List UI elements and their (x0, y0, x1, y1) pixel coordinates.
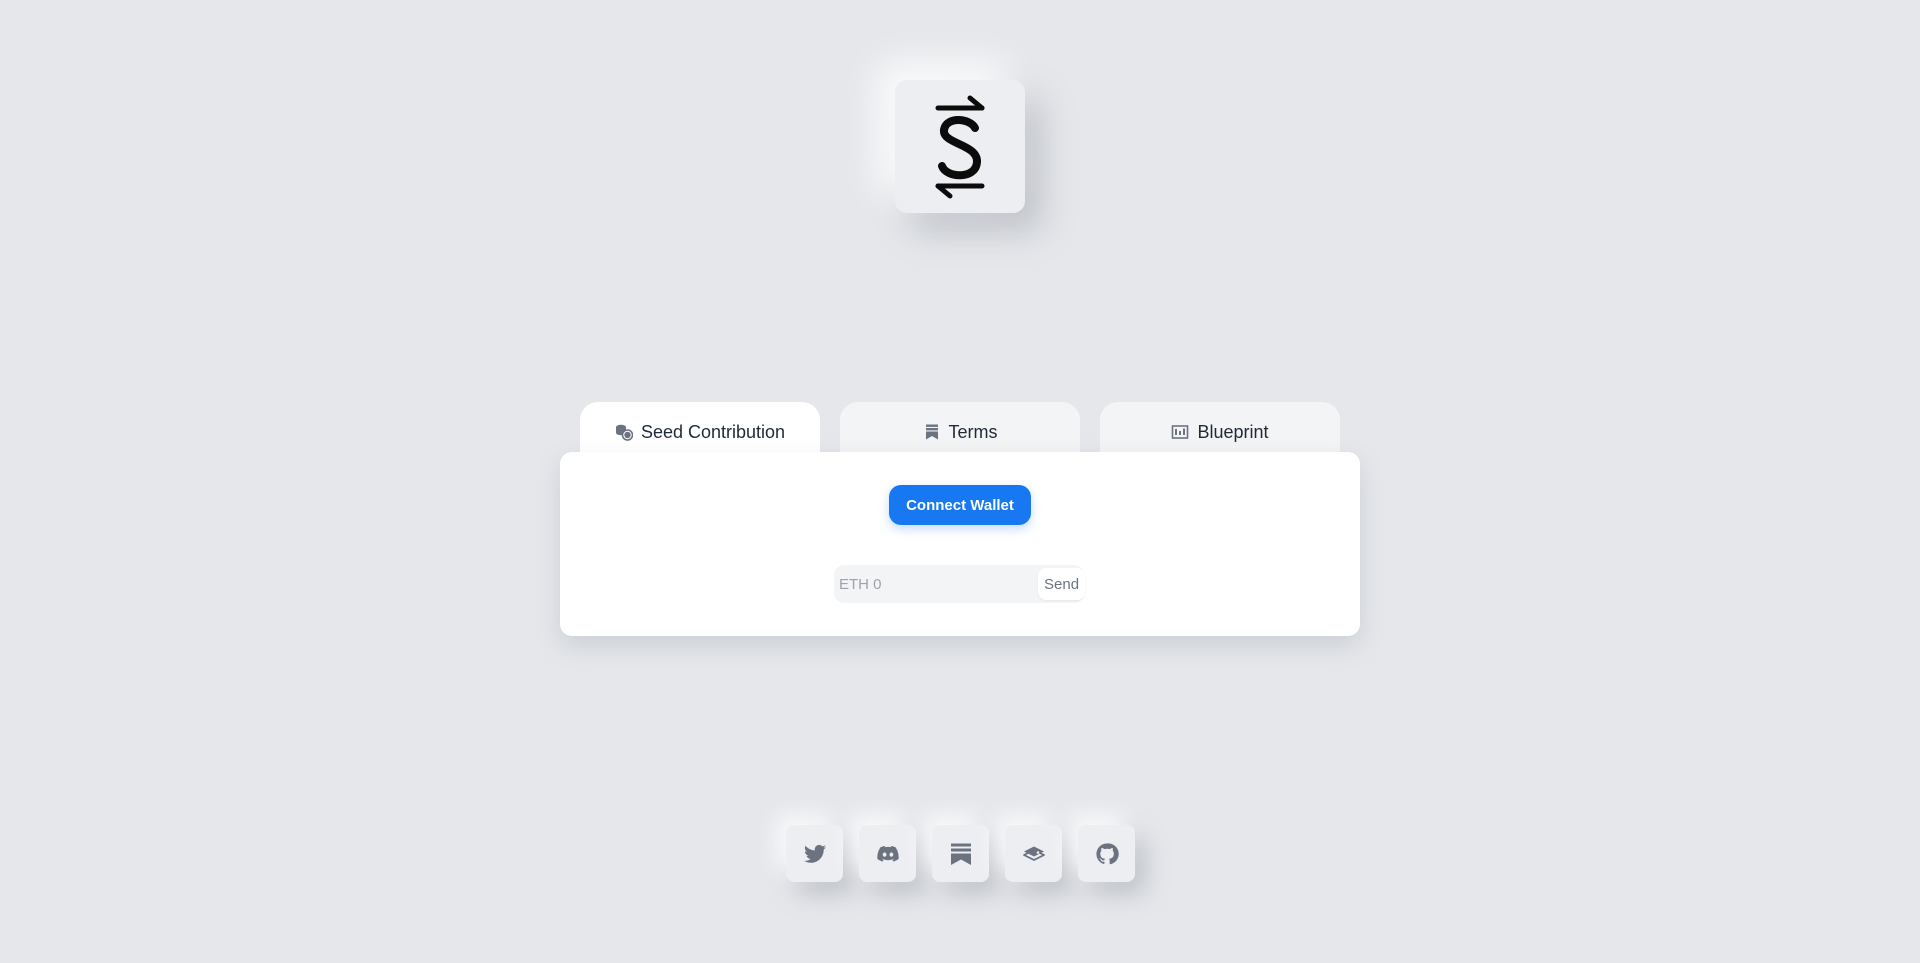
twitter-icon (803, 844, 826, 863)
gitbook-link[interactable] (1005, 825, 1062, 882)
social-links (786, 825, 1135, 882)
github-link[interactable] (1078, 825, 1135, 882)
discord-icon (876, 845, 899, 862)
tab-label: Blueprint (1197, 422, 1269, 442)
tab-terms[interactable]: Terms (840, 402, 1080, 458)
github-icon (1095, 842, 1119, 864)
blueprint-icon (1171, 423, 1189, 441)
discord-link[interactable] (859, 825, 916, 882)
connect-wallet-button[interactable]: Connect Wallet (889, 485, 1031, 525)
coins-icon (615, 423, 633, 441)
contribution-form: Send (834, 565, 1086, 603)
app-logo (895, 80, 1025, 213)
gitbook-icon (1022, 846, 1045, 861)
dollar-swap-logo-icon (935, 95, 985, 198)
substack-link[interactable] (932, 825, 989, 882)
page: Seed Contribution Terms Blueprint Connec… (0, 0, 1920, 963)
eth-amount-input[interactable] (837, 568, 1038, 600)
twitter-link[interactable] (786, 825, 843, 882)
send-button[interactable]: Send (1038, 568, 1086, 600)
tab-blueprint[interactable]: Blueprint (1100, 402, 1340, 458)
seed-contribution-panel: Connect Wallet Send (560, 452, 1360, 636)
tab-label: Seed Contribution (640, 422, 786, 442)
tab-seed-contribution[interactable]: Seed Contribution (580, 402, 820, 458)
substack-icon (950, 843, 971, 865)
tab-label: Terms (948, 422, 998, 442)
bookmark-icon (923, 423, 941, 441)
